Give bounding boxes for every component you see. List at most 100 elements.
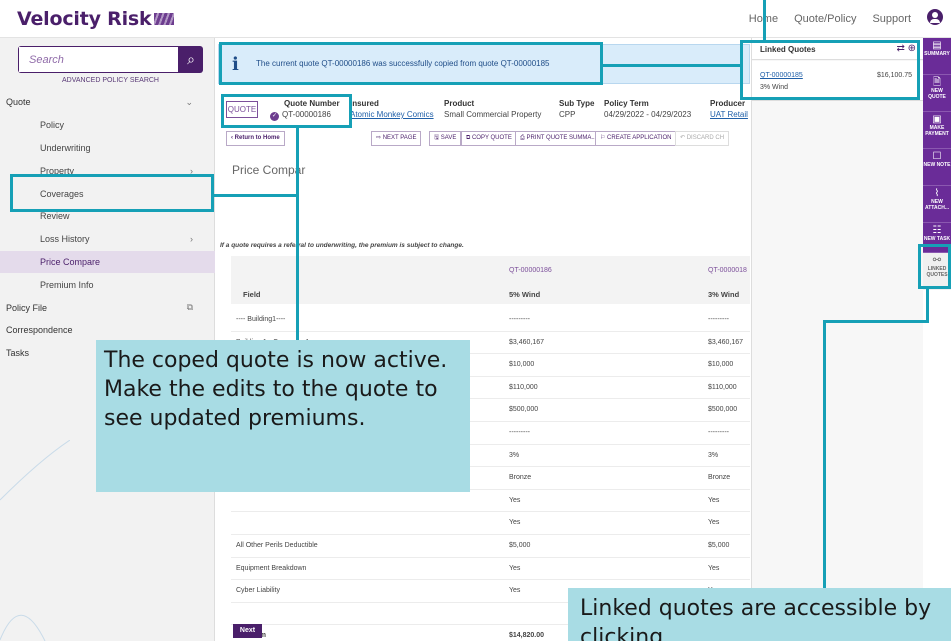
insured-block: Insured Atomic Monkey Comics (350, 98, 434, 120)
table-cell-value: $3,460,167 (708, 338, 744, 346)
table-cell-value: --------- (708, 428, 729, 436)
column-header-quote-2: 3% Wind (708, 290, 740, 299)
table-cell-value: Yes (509, 587, 521, 595)
action-label: SUMMARY (924, 51, 950, 57)
toolbar: ‹ Return to Home ⇨ NEXT PAGE 🖫 SAVE ⧉ CO… (226, 131, 750, 147)
table-cell-field: Cyber Liability (236, 587, 280, 595)
create-application-button[interactable]: ⚐ CREATE APPLICATION (595, 131, 677, 146)
subtype-block: Sub Type CPP (559, 98, 594, 120)
discard-changes-button[interactable]: ↶ DISCARD CH (675, 131, 730, 146)
logo[interactable]: Velocity Risk (17, 8, 175, 30)
sidebar-item-quote[interactable]: Quote ⌄ (0, 91, 215, 114)
policy-term-value: 04/29/2022 - 04/29/2023 (604, 110, 692, 119)
callout-quote-number-highlight (221, 94, 352, 128)
callout-coverages-highlight (10, 174, 214, 212)
table-cell-value: $500,000 (509, 406, 539, 414)
table-cell-field: ---- Building1---- (236, 316, 286, 323)
table-cell-value: $5,000 (509, 541, 531, 549)
sidebar-item-label: Correspondence (6, 325, 73, 336)
save-button[interactable]: 🖫 SAVE (429, 131, 462, 146)
column-header-quote-1: 5% Wind (509, 290, 541, 299)
sidebar-item-policy-file[interactable]: Policy File ⧉ (0, 296, 215, 319)
sidebar-item-price-compare[interactable]: Price Compare (0, 250, 215, 274)
table-cell-value: 3% (509, 451, 520, 459)
next-page-button[interactable]: ⇨ NEXT PAGE (371, 131, 422, 146)
top-nav: Home Quote/Policy Support (749, 13, 911, 25)
sidebar-menu: Quote ⌄ Policy Underwriting Property › Cov… (0, 91, 215, 365)
insured-link[interactable]: Atomic Monkey Comics (350, 109, 434, 120)
sidebar-item-loss-history[interactable]: Loss History › (0, 228, 215, 251)
search-button[interactable]: ⌕ (179, 46, 203, 73)
logo-mark-icon (154, 13, 175, 25)
sidebar-item-label: Quote (6, 97, 31, 108)
sidebar-item-premium-info[interactable]: Premium Info (0, 273, 215, 296)
product-label: Product (444, 99, 475, 108)
table-cell-value: Yes (509, 519, 521, 527)
search-icon: ⌕ (187, 51, 195, 67)
return-home-button[interactable]: ‹ Return to Home (226, 131, 285, 146)
callout-connector (823, 320, 826, 588)
product-block: Product Small Commercial Property (444, 98, 541, 120)
table-row: ---- Building1---- --------- --------- (231, 309, 750, 332)
table-cell-value: --------- (708, 316, 729, 323)
action-label: NEW QUOTE (928, 88, 946, 100)
tooltip-note-active-quote: The coped quote is now active. Make the … (96, 340, 470, 492)
action-label: NEW ATTACH... (925, 199, 949, 211)
sidebar-item-label: Policy File (6, 302, 48, 313)
document-icon: 🗎 (932, 77, 942, 88)
table-row: Yes Yes (231, 512, 750, 535)
top-bar: Velocity Risk Home Quote/Policy Support (0, 0, 951, 38)
table-cell-field: Equipment Breakdown (236, 564, 307, 572)
table-cell-value: $14,820.00 (509, 632, 545, 640)
table-cell-value: Yes (509, 564, 521, 572)
sidebar-item-label: Policy (40, 120, 65, 131)
print-quote-summary-button[interactable]: ⎙ PRINT QUOTE SUMMA... (515, 131, 602, 146)
table-cell-value: $110,000 (708, 383, 737, 391)
nav-support[interactable]: Support (872, 13, 911, 25)
app-screen: Velocity Risk Home Quote/Policy Support … (0, 0, 951, 641)
page-title: Price Compar (232, 163, 306, 177)
new-quote-action[interactable]: 🗎 NEW QUOTE (923, 75, 951, 112)
linked-quotes-panel: Linked Quotes ⇄ ⊕ QT-00000185 $16,100.75… (751, 38, 924, 641)
column-quote-number[interactable]: QT-00000186 (509, 267, 552, 274)
table-cell-value: --------- (509, 316, 530, 323)
insured-label: Insured (350, 99, 379, 108)
table-row: Equipment Breakdown Yes Yes (231, 558, 750, 581)
sidebar-item-policy[interactable]: Policy (0, 114, 215, 137)
callout-connector (214, 194, 298, 197)
table-cell-value: Yes (509, 496, 521, 504)
user-account-icon[interactable] (927, 9, 943, 25)
referral-note: If a quote requires a referral to underw… (220, 242, 464, 249)
producer-link[interactable]: UAT Retail (710, 109, 748, 120)
callout-connector (603, 64, 740, 67)
next-button[interactable]: Next (233, 624, 262, 638)
callout-connector (926, 289, 929, 323)
task-list-icon: ☷ (932, 225, 942, 236)
action-bar: ▤ SUMMARY 🗎 NEW QUOTE ▣ MAKE PAYMENT ☐ NEW N… (923, 38, 951, 641)
external-link-icon: ⧉ (186, 302, 193, 313)
advanced-search-link[interactable]: ADVANCED POLICY SEARCH (18, 77, 203, 84)
action-label: NEW NOTE (923, 162, 951, 168)
new-note-action[interactable]: ☐ NEW NOTE (923, 149, 951, 186)
table-cell-value: 3% (708, 451, 719, 459)
table-cell-value: Bronze (708, 474, 731, 482)
nav-quote-policy[interactable]: Quote/Policy (794, 13, 856, 25)
sidebar-item-label: Loss History (40, 234, 90, 245)
new-attachment-action[interactable]: ⌇ NEW ATTACH... (923, 186, 951, 223)
search-box: ⌕ (18, 46, 203, 73)
copy-quote-button[interactable]: ⧉ COPY QUOTE (461, 131, 517, 146)
make-payment-action[interactable]: ▣ MAKE PAYMENT (923, 112, 951, 149)
tooltip-note-linked-quotes: Linked quotes are accessible by clicking (568, 588, 951, 641)
callout-connector (763, 0, 766, 40)
sidebar-item-correspondence[interactable]: Correspondence (0, 319, 215, 342)
column-quote-number[interactable]: QT-0000018 (708, 267, 747, 274)
summary-action[interactable]: ▤ SUMMARY (923, 38, 951, 75)
sidebar-item-label: Premium Info (40, 279, 94, 290)
search-input[interactable] (19, 47, 178, 72)
column-header-field: Field (243, 290, 261, 299)
table-cell-value: $10,000 (509, 361, 535, 369)
sidebar-item-underwriting[interactable]: Underwriting (0, 137, 215, 160)
table-cell-field: All Other Perils Deductible (236, 541, 318, 549)
sidebar-item-label: Tasks (6, 348, 30, 359)
table-row: All Other Perils Deductible $5,000 $5,000 (231, 535, 750, 558)
